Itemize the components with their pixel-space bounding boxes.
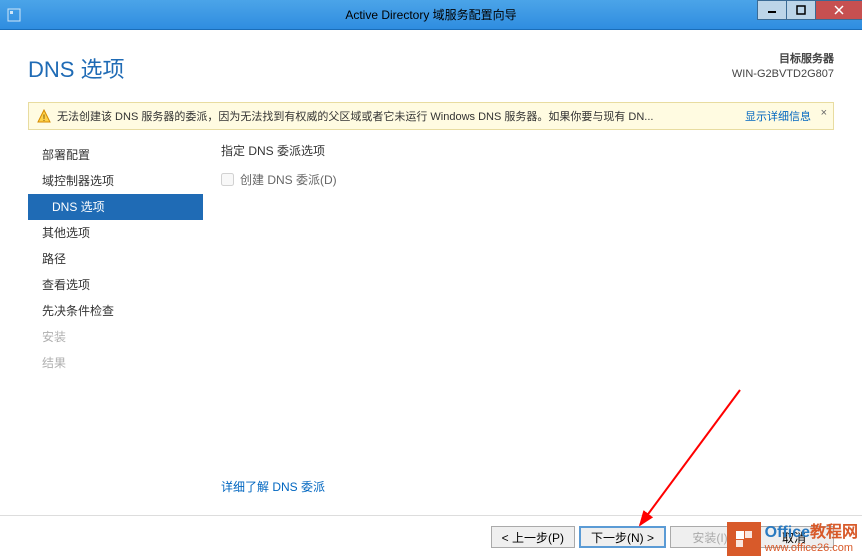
sidebar-item-review-options[interactable]: 查看选项 [28,272,203,298]
warning-bar: ! 无法创建该 DNS 服务器的委派，因为无法找到有权威的父区域或者它未运行 W… [28,102,834,130]
app-icon [6,7,22,23]
sidebar-item-results: 结果 [28,350,203,376]
create-dns-delegation-checkbox[interactable] [221,173,234,186]
minimize-button[interactable] [757,0,787,20]
svg-text:!: ! [43,113,46,123]
target-server-value: WIN-G2BVTD2G807 [732,67,834,82]
header-area: DNS 选项 目标服务器 WIN-G2BVTD2G807 [0,30,862,102]
cancel-button[interactable]: 取消 [754,526,834,548]
warning-close-icon[interactable]: × [821,107,827,119]
section-label: 指定 DNS 委派选项 [221,142,834,159]
warning-details-link[interactable]: 显示详细信息 [745,108,811,124]
target-server-label: 目标服务器 [732,52,834,67]
sidebar-item-paths[interactable]: 路径 [28,246,203,272]
maximize-button[interactable] [786,0,816,20]
warning-icon: ! [37,109,51,123]
sidebar-item-dc-options[interactable]: 域控制器选项 [28,168,203,194]
learn-more-link[interactable]: 详细了解 DNS 委派 [221,478,834,495]
wizard-sidebar: 部署配置 域控制器选项 DNS 选项 其他选项 路径 查看选项 先决条件检查 安… [28,138,203,515]
wizard-content: DNS 选项 目标服务器 WIN-G2BVTD2G807 ! 无法创建该 DNS… [0,30,862,558]
sidebar-item-dns-options[interactable]: DNS 选项 [28,194,203,220]
prev-button[interactable]: < 上一步(P) [491,526,575,548]
warning-text: 无法创建该 DNS 服务器的委派，因为无法找到有权威的父区域或者它未运行 Win… [57,108,739,124]
sidebar-item-deploy-config[interactable]: 部署配置 [28,142,203,168]
create-dns-delegation-label: 创建 DNS 委派(D) [240,171,337,188]
sidebar-item-prereq-check[interactable]: 先决条件检查 [28,298,203,324]
install-button: 安装(I) [670,526,750,548]
window-title: Active Directory 域服务配置向导 [345,6,516,23]
next-button[interactable]: 下一步(N) > [579,526,666,548]
close-button[interactable] [815,0,862,20]
sidebar-item-install: 安装 [28,324,203,350]
button-row: < 上一步(P) 下一步(N) > 安装(I) 取消 [0,515,862,558]
page-title: DNS 选项 [28,52,125,84]
target-server-info: 目标服务器 WIN-G2BVTD2G807 [732,52,834,83]
sidebar-item-other-options[interactable]: 其他选项 [28,220,203,246]
main-pane: 指定 DNS 委派选项 创建 DNS 委派(D) 详细了解 DNS 委派 [203,138,834,515]
titlebar: Active Directory 域服务配置向导 [0,0,862,30]
window-controls [757,0,862,20]
body-row: 部署配置 域控制器选项 DNS 选项 其他选项 路径 查看选项 先决条件检查 安… [0,138,862,515]
create-dns-delegation-row[interactable]: 创建 DNS 委派(D) [221,171,834,188]
